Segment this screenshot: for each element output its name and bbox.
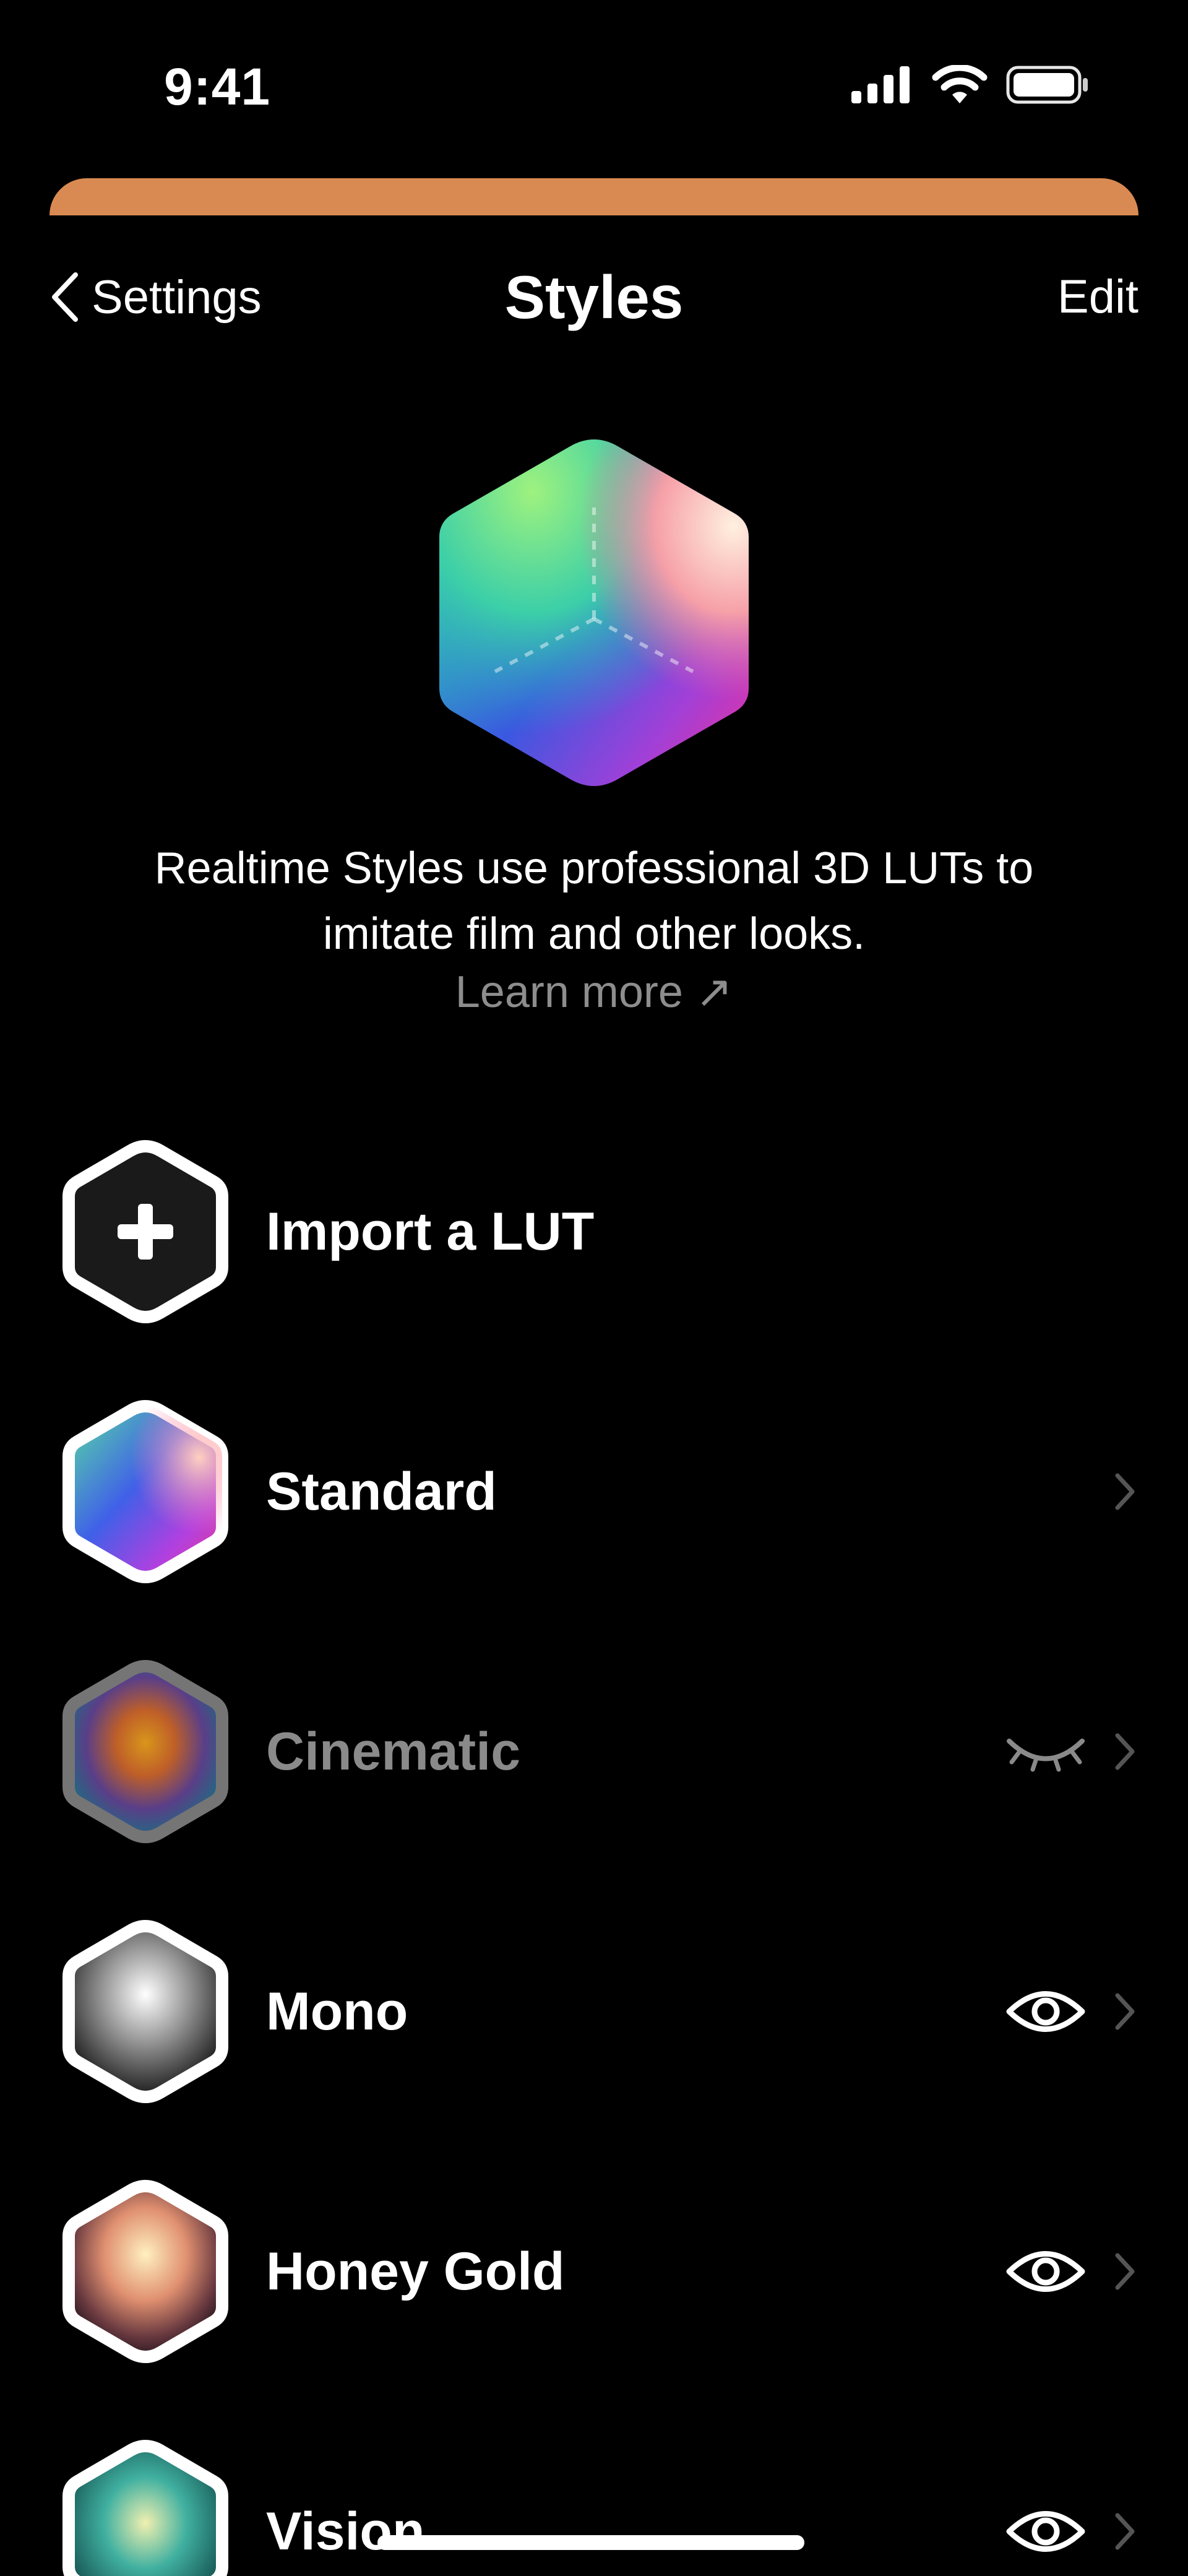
chevron-right-icon — [1115, 1733, 1135, 1770]
style-row-mono[interactable]: Mono — [0, 1919, 1188, 2129]
home-indicator[interactable] — [377, 2535, 804, 2550]
import-lut-row[interactable]: Import a LUT — [0, 1139, 1188, 1349]
plus-hex-icon — [62, 1139, 228, 1324]
edit-button[interactable]: Edit — [1057, 260, 1138, 334]
eye-slash-icon[interactable] — [1005, 1724, 1086, 1779]
vision-lut-icon — [62, 2439, 228, 2576]
hero-description-line1: Realtime Styles use professional 3D LUTs… — [154, 844, 1034, 893]
back-button[interactable]: Settings — [50, 260, 262, 334]
eye-icon[interactable] — [1005, 2244, 1086, 2299]
status-icons — [851, 65, 1089, 105]
status-time: 9:41 — [164, 58, 271, 116]
hero-description-line2: imitate film and other looks. — [322, 909, 866, 959]
style-label: Honey Gold — [266, 2242, 565, 2301]
chevron-right-icon — [1115, 1473, 1135, 1510]
chevron-right-icon — [1115, 1993, 1135, 2030]
lut-cube-hero-icon — [439, 439, 749, 786]
style-row-standard[interactable]: Standard — [0, 1399, 1188, 1609]
style-label: Standard — [266, 1462, 497, 1521]
mono-lut-icon — [62, 1919, 228, 2104]
battery-icon — [1006, 66, 1088, 104]
style-label: Vision — [266, 2502, 425, 2561]
cellular-signal-icon — [851, 66, 910, 103]
style-label: Import a LUT — [266, 1202, 595, 1261]
style-label: Mono — [266, 1982, 408, 2041]
chevron-right-icon — [1115, 2513, 1135, 2550]
learn-more-row: Learn more ↗ — [0, 966, 1188, 1018]
learn-more-link[interactable]: Learn more ↗ — [455, 967, 733, 1017]
hero-description: Realtime Styles use professional 3D LUTs… — [0, 836, 1188, 967]
style-row-vision[interactable]: Vision — [0, 2439, 1188, 2576]
style-row-cinematic[interactable]: Cinematic — [0, 1659, 1188, 1869]
back-label: Settings — [92, 270, 262, 324]
chevron-right-icon — [1115, 2253, 1135, 2290]
chevron-left-icon — [52, 272, 78, 322]
sheet-top-edge — [50, 178, 1138, 215]
honey-gold-lut-icon — [62, 2179, 228, 2364]
style-row-honey-gold[interactable]: Honey Gold — [0, 2179, 1188, 2389]
standard-lut-icon — [62, 1399, 228, 1584]
eye-icon[interactable] — [1005, 1984, 1086, 2039]
eye-icon[interactable] — [1005, 2504, 1086, 2559]
cinematic-lut-icon — [62, 1659, 228, 1844]
wifi-icon — [932, 65, 988, 103]
status-bar: 9:41 — [0, 0, 1188, 173]
style-label: Cinematic — [266, 1722, 521, 1781]
